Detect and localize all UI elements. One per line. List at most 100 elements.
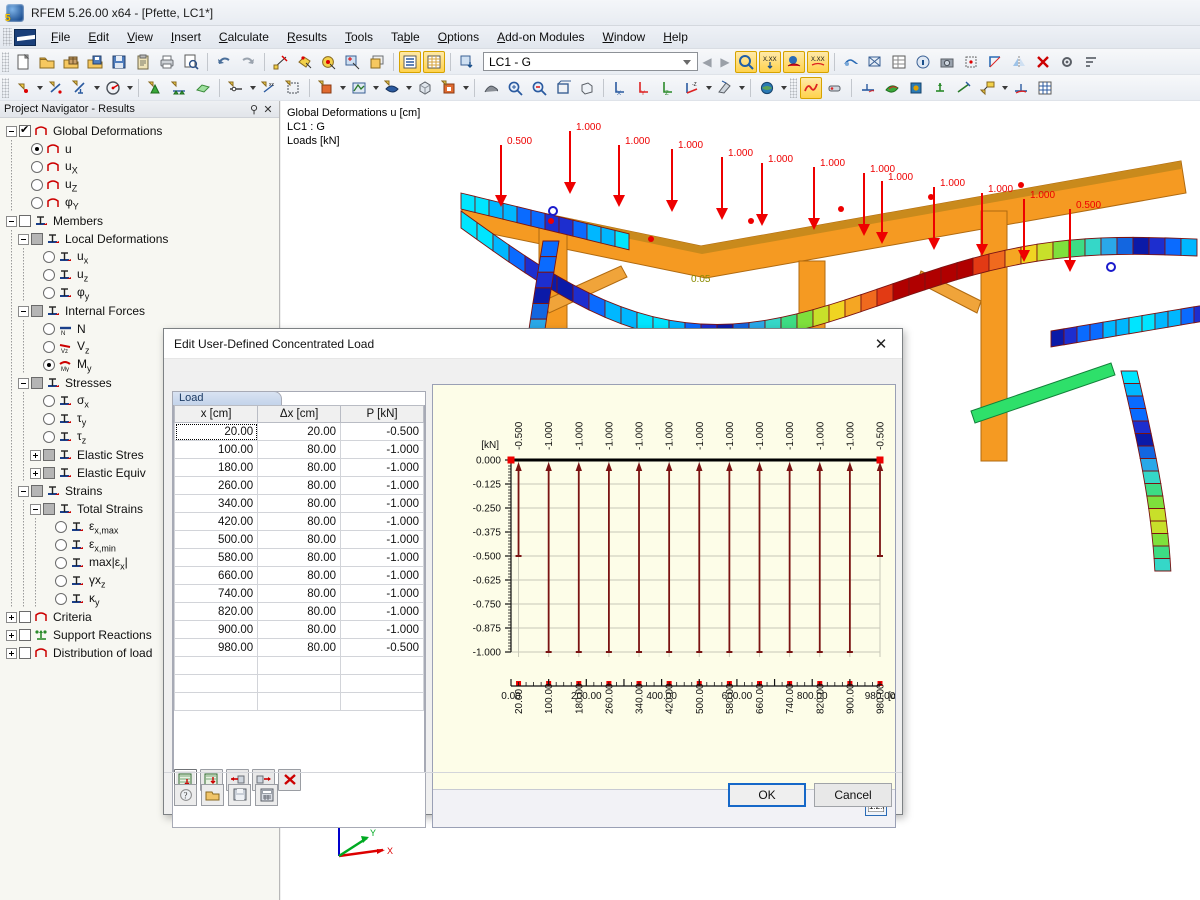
view-caret-icon[interactable] [704,77,713,99]
tree-checkbox[interactable] [43,449,55,461]
menu-item-window[interactable]: Window [594,27,655,47]
expand-icon[interactable] [30,468,41,479]
solid-result-icon[interactable] [905,77,927,99]
tree-radio[interactable] [31,179,43,191]
table-body[interactable]: 20.0020.00-0.500100.0080.00-1.000180.008… [175,423,424,711]
table-row[interactable]: 500.0080.00-1.000 [175,531,424,549]
tree-checkbox[interactable] [19,611,31,623]
collapse-icon[interactable] [18,234,29,245]
zoom-in-icon[interactable] [504,77,526,99]
expand-icon[interactable] [6,648,17,659]
node-dropdown-caret-icon[interactable] [35,77,44,99]
view-iso-icon[interactable]: -Z [681,77,703,99]
tree-checkbox[interactable] [43,467,55,479]
table-cell[interactable]: -1.000 [341,441,424,459]
tree-item-u[interactable]: u [6,140,279,158]
tree-radio[interactable] [55,593,67,605]
table-cell[interactable]: 80.00 [258,585,341,603]
member-eccentric-icon[interactable]: xx [258,77,280,99]
table-cell[interactable]: 500.00 [175,531,258,549]
table-cell[interactable]: 980.00 [175,639,258,657]
toolbar-grip[interactable] [2,52,9,72]
collapse-icon[interactable] [6,216,17,227]
print-preview-icon[interactable] [180,51,202,73]
table-cell-empty[interactable] [341,675,424,693]
table-cell[interactable]: 420.00 [175,513,258,531]
member-icon[interactable] [69,77,91,99]
tree-item-local-deformations[interactable]: Local Deformations [6,230,279,248]
tree-radio[interactable] [55,575,67,587]
select-window-icon[interactable] [342,51,364,73]
tree-checkbox[interactable] [31,485,43,497]
table-cell-empty[interactable] [341,657,424,675]
table-row[interactable]: 180.0080.00-1.000 [175,459,424,477]
tree-item-internal-forces[interactable]: Internal Forces [6,302,279,320]
tree-radio[interactable] [43,413,55,425]
result-label-icon[interactable] [977,77,999,99]
collapse-icon[interactable] [18,378,29,389]
tree-checkbox[interactable] [19,215,31,227]
copy-window-icon[interactable] [366,51,388,73]
target-icon[interactable] [318,51,340,73]
tree-radio[interactable] [43,269,55,281]
opening-icon[interactable] [438,77,460,99]
toolbar-grip[interactable] [2,78,9,98]
save-icon[interactable] [228,784,251,806]
hinge-dropdown-caret-icon[interactable] [248,77,257,99]
calculator-icon[interactable] [255,784,278,806]
tree-radio[interactable] [31,161,43,173]
table-row[interactable]: 100.0080.00-1.000 [175,441,424,459]
menu-item-edit[interactable]: Edit [79,27,118,47]
tree-checkbox[interactable] [19,125,31,137]
globe-caret-icon[interactable] [779,77,788,99]
tree-radio[interactable] [43,251,55,263]
animation-icon[interactable] [824,77,846,99]
table-vertical-icon[interactable] [399,51,421,73]
load-solid-icon[interactable] [381,77,403,99]
tree-checkbox[interactable] [31,305,43,317]
perspective-icon[interactable] [576,77,598,99]
view-z-icon[interactable]: Z [657,77,679,99]
pin-icon[interactable]: ⚲ [247,103,261,116]
table-cell[interactable]: -1.000 [341,531,424,549]
tree-checkbox[interactable] [31,233,43,245]
member-dropdown-caret-icon[interactable] [92,77,101,99]
table-row[interactable]: 660.0080.00-1.000 [175,567,424,585]
table-row-empty[interactable] [175,657,424,675]
surface-result-icon[interactable] [881,77,903,99]
tree-item-global-deformations[interactable]: Global Deformations [6,122,279,140]
table-cell[interactable]: 80.00 [258,603,341,621]
rfem-menu-icon[interactable] [14,29,36,46]
menu-item-tools[interactable]: Tools [336,27,382,47]
node-icon[interactable] [12,77,34,99]
expand-icon[interactable] [6,630,17,641]
table-cell[interactable]: 80.00 [258,549,341,567]
table-cell[interactable]: 100.00 [175,441,258,459]
table-cell[interactable]: -1.000 [341,585,424,603]
tree-checkbox[interactable] [19,629,31,641]
table-row[interactable]: 420.0080.00-1.000 [175,513,424,531]
next-load-case-button[interactable]: ▶ [716,51,734,73]
tree-radio[interactable] [31,143,43,155]
table-grid-icon[interactable] [423,51,445,73]
redo-icon[interactable] [237,51,259,73]
load-map-icon[interactable] [348,77,370,99]
arc-dropdown-caret-icon[interactable] [125,77,134,99]
table-cell[interactable]: 80.00 [258,531,341,549]
tree-item-uz[interactable]: uz [6,266,279,284]
table-cell[interactable]: 340.00 [175,495,258,513]
ok-button[interactable]: OK [728,783,806,807]
save-package-icon[interactable] [84,51,106,73]
column-header-2[interactable]: P [kN] [341,406,424,423]
table-row[interactable]: 20.0020.00-0.500 [175,423,424,441]
mirror-icon[interactable] [1008,51,1030,73]
wire-icon[interactable] [864,51,886,73]
tree-radio[interactable] [55,521,67,533]
open-file-icon[interactable] [36,51,58,73]
collapse-icon[interactable] [30,504,41,515]
view-x-icon[interactable]: X [609,77,631,99]
tree-radio[interactable] [55,557,67,569]
arc-icon[interactable] [102,77,124,99]
tree-item-uz[interactable]: uZ [6,176,279,194]
table-cell[interactable]: -1.000 [341,495,424,513]
